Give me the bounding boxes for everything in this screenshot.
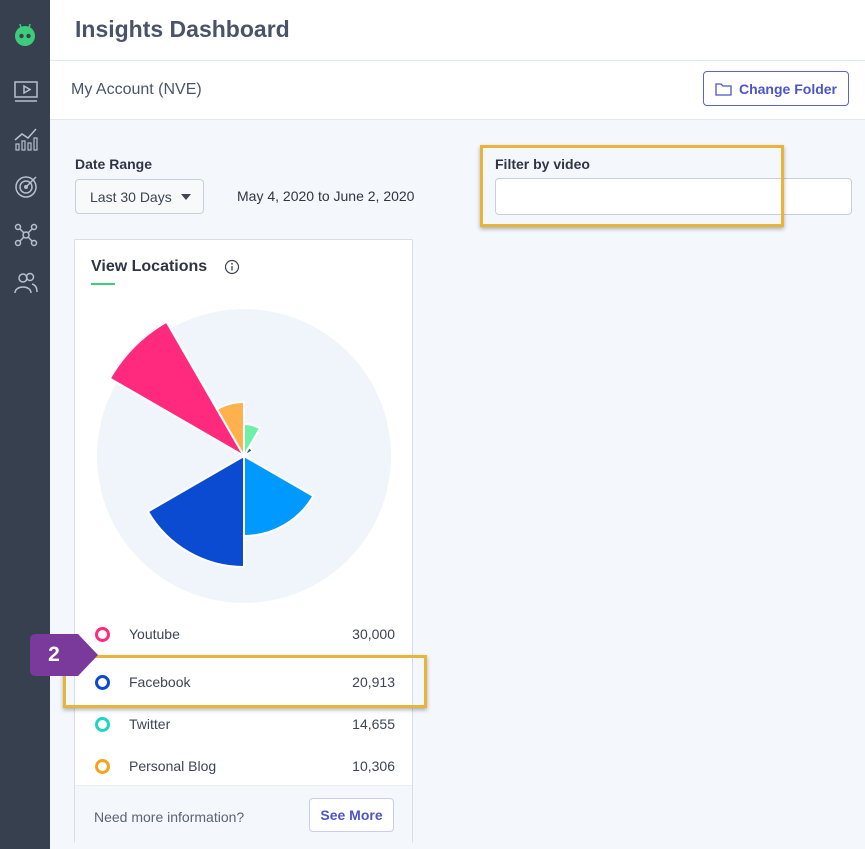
analytics-icon[interactable] xyxy=(13,126,39,152)
see-more-button[interactable]: See More xyxy=(309,798,394,832)
legend-value: 30,000 xyxy=(352,626,395,642)
legend-item: Twitter 14,655 xyxy=(95,714,395,734)
legend-label: Youtube xyxy=(129,626,180,642)
view-locations-card: View Locations Youtube 30,000 Facebook 20,9… xyxy=(74,239,413,844)
info-icon[interactable] xyxy=(224,259,240,275)
step-number: 2 xyxy=(48,643,60,666)
users-icon[interactable] xyxy=(13,270,39,296)
date-range-label: Date Range xyxy=(75,156,153,172)
filter-video-label: Filter by video xyxy=(495,156,590,172)
app-logo-icon[interactable] xyxy=(13,22,37,46)
filter-video-input[interactable] xyxy=(495,178,852,215)
legend-label: Facebook xyxy=(129,674,191,690)
video-icon[interactable] xyxy=(13,78,39,104)
title-underline xyxy=(91,283,115,285)
change-folder-label: Change Folder xyxy=(738,80,837,97)
page-title: Insights Dashboard xyxy=(75,16,290,42)
legend-marker-icon xyxy=(95,674,110,690)
legend-value: 10,306 xyxy=(352,758,395,774)
legend-label: Twitter xyxy=(129,716,171,732)
card-footer: Need more information? See More xyxy=(75,785,412,844)
legend-item: Personal Blog 10,306 xyxy=(95,756,395,776)
legend-marker-icon xyxy=(95,716,110,732)
legend-value: 14,655 xyxy=(352,716,395,732)
legend-value: 20,913 xyxy=(352,674,395,690)
card-title: View Locations xyxy=(91,258,208,275)
header: Insights Dashboard xyxy=(50,0,865,61)
network-icon[interactable] xyxy=(13,222,39,248)
date-range-text: May 4, 2020 to June 2, 2020 xyxy=(237,188,415,204)
chevron-down-icon xyxy=(180,193,191,200)
account-bar: My Account (NVE) Change Folder xyxy=(50,61,865,120)
account-name: My Account (NVE) xyxy=(71,81,202,98)
legend-marker-icon xyxy=(95,758,110,774)
change-folder-button[interactable]: Change Folder xyxy=(703,71,849,106)
folder-icon xyxy=(715,82,732,96)
date-range-select[interactable]: Last 30 Days xyxy=(75,179,204,214)
sidebar xyxy=(0,0,50,849)
date-range-value: Last 30 Days xyxy=(90,188,172,205)
footer-text: Need more information? xyxy=(94,809,245,825)
legend-item: Facebook 20,913 xyxy=(95,672,395,692)
target-icon[interactable] xyxy=(13,174,39,200)
polar-area-chart xyxy=(97,309,391,603)
legend-item: Youtube 30,000 xyxy=(95,624,395,644)
legend-label: Personal Blog xyxy=(129,758,217,774)
